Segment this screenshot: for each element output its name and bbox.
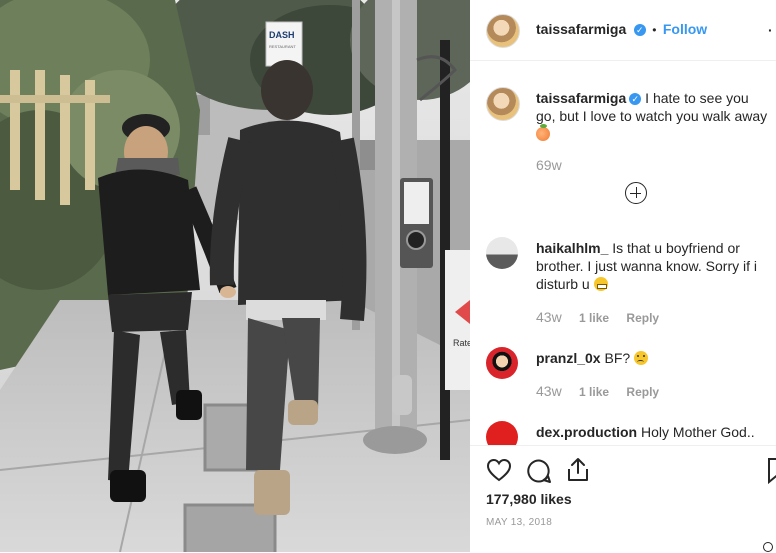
more-options-icon[interactable]: · — [768, 22, 773, 38]
header-user-line: taissafarmiga ✓ • Follow — [536, 21, 707, 39]
post-header: taissafarmiga ✓ • Follow · — [470, 0, 776, 61]
likes-count[interactable]: 177,980 likes — [486, 491, 572, 507]
comment-pranzl: pranzl_0x BF? — [536, 349, 764, 367]
comment-dex: dex.production Holy Mother God.. — [536, 423, 764, 441]
add-comment-emoji-icon[interactable] — [763, 542, 773, 552]
reply-button[interactable]: Reply — [626, 311, 659, 325]
street-photo-illustration: Rate DASH RESTAURANT — [0, 0, 470, 552]
comment-age: 43w — [536, 383, 562, 399]
frown-emoji-icon — [634, 351, 649, 365]
header-username[interactable]: taissafarmiga — [536, 21, 626, 37]
comment-likes[interactable]: 1 like — [579, 311, 609, 325]
comment-username[interactable]: haikalhlm_ — [536, 240, 608, 256]
load-more-comments-button[interactable] — [625, 182, 647, 204]
caption-age: 69w — [536, 157, 562, 173]
photo-sign-side-text: Rate — [453, 338, 470, 348]
comment-likes[interactable]: 1 like — [579, 385, 609, 399]
caption: taissafarmiga ✓ I hate to see you go, but… — [536, 89, 772, 143]
post-details-panel: taissafarmiga ✓ • Follow · taissafarmiga… — [470, 0, 776, 552]
commenter-avatar-pranzl[interactable] — [486, 347, 518, 379]
author-avatar[interactable] — [486, 14, 520, 48]
bookmark-icon[interactable] — [768, 458, 776, 484]
comment-username[interactable]: dex.production — [536, 424, 637, 440]
separator-dot: • — [652, 23, 657, 37]
caption-username[interactable]: taissafarmiga — [536, 90, 626, 106]
photo-sign-subtext: RESTAURANT — [269, 44, 296, 49]
heart-icon[interactable] — [486, 458, 512, 482]
comment-age: 43w — [536, 309, 562, 325]
peach-emoji-icon — [536, 124, 550, 141]
comment-text: Holy Mother God.. — [641, 424, 755, 440]
comments-list[interactable]: taissafarmiga ✓ I hate to see you go, but… — [470, 61, 776, 445]
share-icon[interactable] — [566, 457, 590, 483]
commenter-avatar-dex[interactable] — [486, 421, 518, 445]
verified-badge-icon: ✓ — [633, 24, 646, 36]
post-actions: 177,980 likes MAY 13, 2018 — [470, 445, 776, 553]
comment-meta: 43w 1 like Reply — [536, 309, 659, 325]
comment-icon[interactable] — [526, 458, 552, 484]
comment-haikalhlm: haikalhlm_ Is that u boyfriend or brothe… — [536, 239, 764, 293]
post-photo[interactable]: Rate DASH RESTAURANT — [0, 0, 470, 552]
post-date: MAY 13, 2018 — [486, 517, 553, 528]
comment-username[interactable]: pranzl_0x — [536, 350, 601, 366]
follow-button[interactable]: Follow — [663, 21, 707, 37]
reply-button[interactable]: Reply — [626, 385, 659, 399]
grin-emoji-icon — [593, 277, 608, 291]
verified-badge-icon: ✓ — [629, 93, 642, 105]
comment-text: BF? — [604, 350, 631, 366]
photo-sign-text: DASH — [269, 30, 295, 40]
caption-author-avatar[interactable] — [486, 87, 520, 121]
commenter-avatar-haikalhlm[interactable] — [486, 237, 518, 269]
comment-meta: 43w 1 like Reply — [536, 383, 659, 399]
